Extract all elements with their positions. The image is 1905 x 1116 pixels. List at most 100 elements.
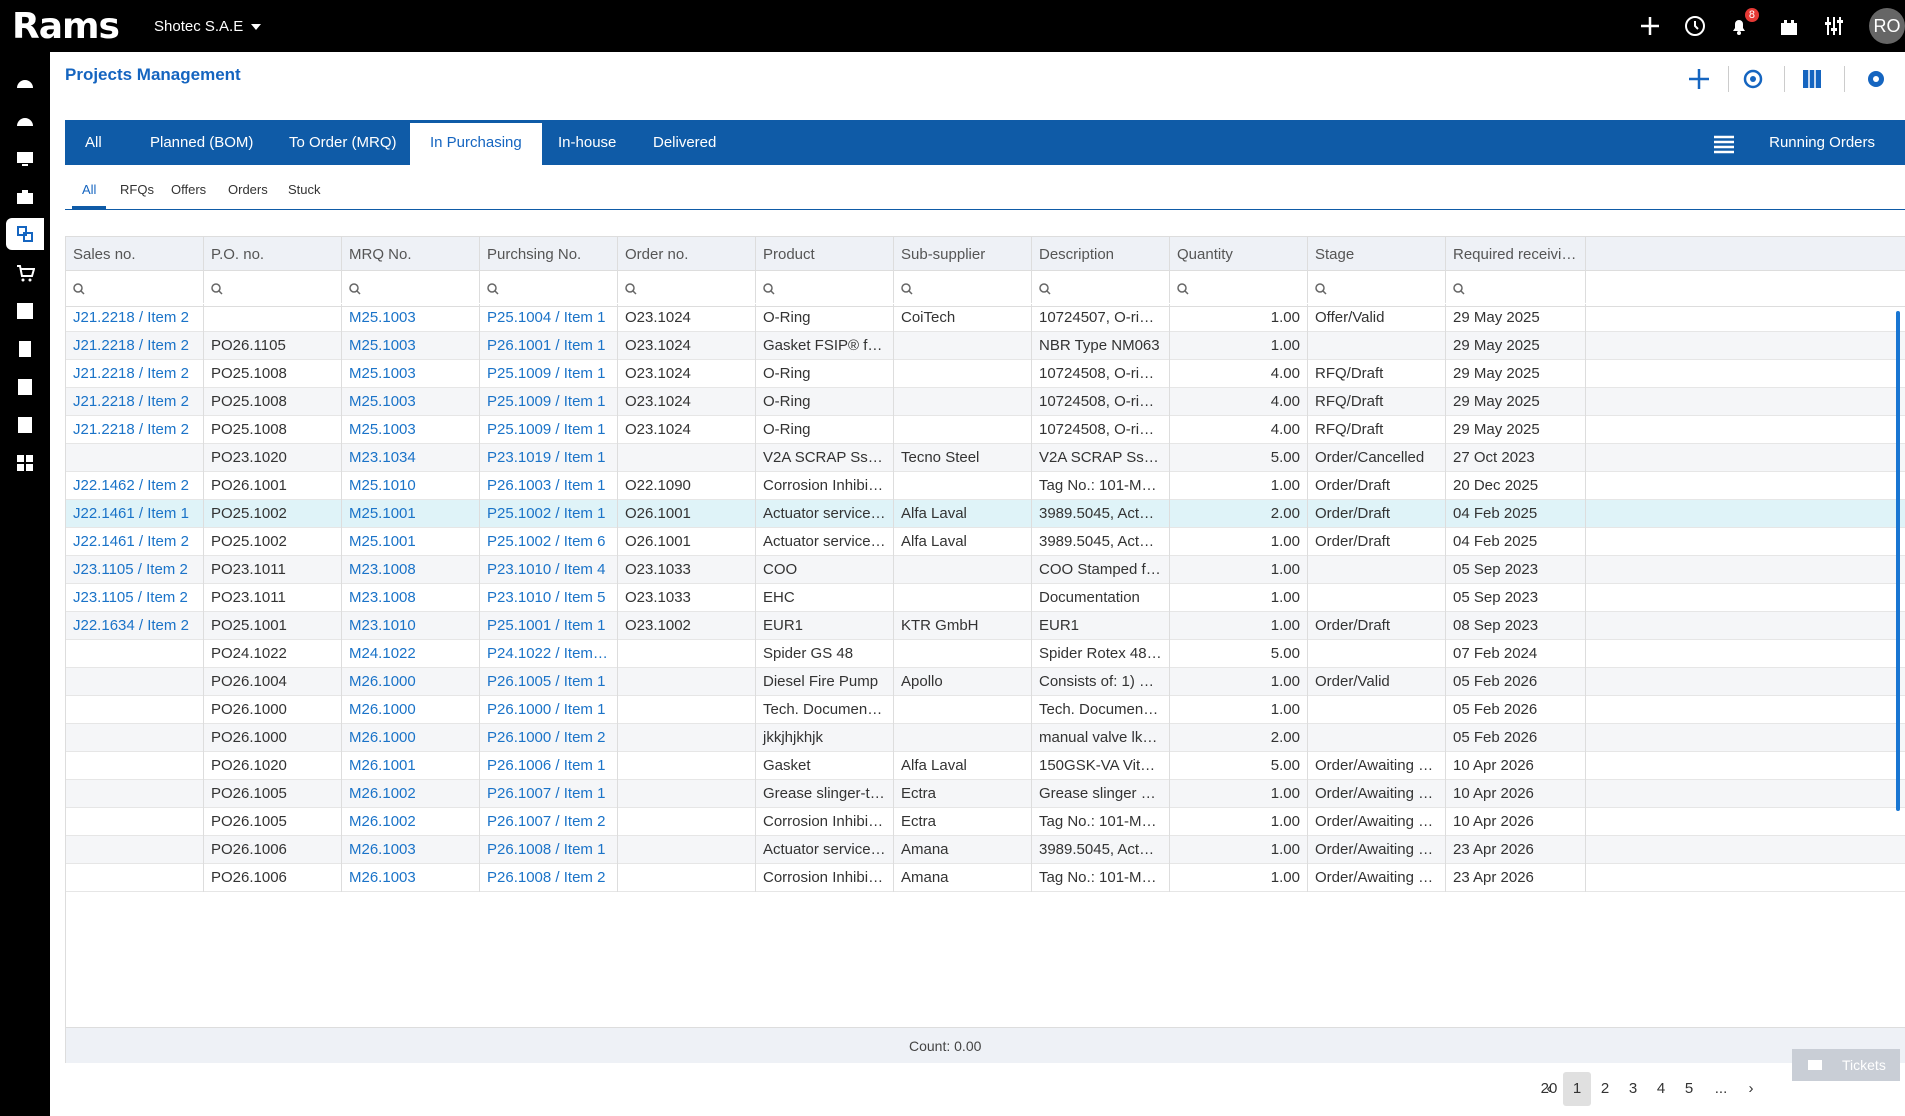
page-button[interactable]: 20 (1535, 1072, 1563, 1106)
cell-mrq-no[interactable]: M25.1010 (342, 472, 480, 500)
app-logo[interactable]: Rams (12, 6, 120, 47)
cell-mrq-no[interactable]: M25.1001 (342, 500, 480, 528)
scrollbar[interactable] (1896, 311, 1900, 811)
cell-mrq-no[interactable]: M25.1001 (342, 528, 480, 556)
cell-sales-no[interactable]: J22.1461 / Item 1 (66, 500, 204, 528)
cell-mrq-no[interactable]: M25.1003 (342, 388, 480, 416)
table-row[interactable]: PO26.1004 M26.1000 P26.1005 / Item 1 Diesel… (66, 668, 1905, 696)
table-row[interactable]: PO26.1000 M26.1000 P26.1000 / Item 2 jkkjhj… (66, 724, 1905, 752)
cell-purchasing-no[interactable]: P25.1009 / Item 1 (480, 416, 618, 444)
cell-mrq-no[interactable]: M23.1034 (342, 444, 480, 472)
column-header-sub-supplier[interactable]: Sub-supplier (894, 237, 1032, 273)
cell-purchasing-no[interactable]: P23.1010 / Item 5 (480, 584, 618, 612)
cell-purchasing-no[interactable]: P26.1000 / Item 2 (480, 724, 618, 752)
page-button[interactable]: 1 (1563, 1072, 1591, 1106)
cell-sales-no[interactable] (66, 864, 204, 892)
subtab-rfqs[interactable]: RFQs (120, 182, 154, 207)
table-row[interactable]: PO23.1020 M23.1034 P23.1019 / Item 1 V2A SC… (66, 444, 1905, 472)
cell-mrq-no[interactable]: M26.1001 (342, 752, 480, 780)
invoice-icon[interactable] (12, 336, 38, 362)
columns-icon[interactable] (1797, 64, 1827, 94)
cell-purchasing-no[interactable]: P24.1022 / Item 39 (480, 640, 618, 668)
cell-mrq-no[interactable]: M26.1002 (342, 780, 480, 808)
cell-mrq-no[interactable]: M23.1010 (342, 612, 480, 640)
column-header-po-no[interactable]: P.O. no. (204, 237, 342, 273)
column-header-required-date[interactable]: Required receiving da... (1446, 237, 1586, 273)
cell-purchasing-no[interactable]: P26.1008 / Item 1 (480, 836, 618, 864)
filter-po-no[interactable] (204, 273, 342, 303)
next-page-icon[interactable]: › (1737, 1072, 1765, 1106)
list-icon[interactable] (1713, 134, 1735, 158)
add-icon[interactable] (1684, 64, 1714, 94)
page-button[interactable]: 3 (1619, 1072, 1647, 1106)
table-row[interactable]: J23.1105 / Item 2 PO23.1011 M23.1008 P23.10… (66, 556, 1905, 584)
cell-sales-no[interactable] (66, 752, 204, 780)
cell-purchasing-no[interactable]: P25.1009 / Item 1 (480, 360, 618, 388)
table-row[interactable]: J23.1105 / Item 2 PO23.1011 M23.1008 P23.10… (66, 584, 1905, 612)
table-row[interactable]: PO26.1020 M26.1001 P26.1006 / Item 1 Gasket… (66, 752, 1905, 780)
cell-purchasing-no[interactable]: P23.1010 / Item 4 (480, 556, 618, 584)
cell-mrq-no[interactable]: M26.1003 (342, 864, 480, 892)
cell-sales-no[interactable] (66, 808, 204, 836)
cell-mrq-no[interactable]: M26.1002 (342, 808, 480, 836)
tab-all[interactable]: All (65, 120, 122, 165)
report-icon[interactable] (12, 412, 38, 438)
filter-sales-no[interactable] (66, 273, 204, 303)
cell-purchasing-no[interactable]: P26.1008 / Item 2 (480, 864, 618, 892)
cell-mrq-no[interactable]: M24.1022 (342, 640, 480, 668)
tab-in-house[interactable]: In-house (538, 120, 636, 165)
cell-purchasing-no[interactable]: P26.1006 / Item 1 (480, 752, 618, 780)
column-header-mrq-no[interactable]: MRQ No. (342, 237, 480, 273)
cell-sales-no[interactable]: J23.1105 / Item 2 (66, 556, 204, 584)
cell-sales-no[interactable] (66, 444, 204, 472)
cell-mrq-no[interactable]: M26.1000 (342, 696, 480, 724)
table-row[interactable]: PO26.1005 M26.1002 P26.1007 / Item 1 Grease… (66, 780, 1905, 808)
cell-sales-no[interactable]: J21.2218 / Item 2 (66, 388, 204, 416)
tab-planned-bom[interactable]: Planned (BOM) (130, 120, 273, 165)
company-selector[interactable]: Shotec S.A.E (154, 18, 262, 35)
page-button[interactable]: 2 (1591, 1072, 1619, 1106)
filter-description[interactable] (1032, 273, 1170, 303)
subtab-all[interactable]: All (72, 182, 107, 209)
monitor-icon[interactable] (12, 146, 38, 172)
filter-order-no[interactable] (618, 273, 756, 303)
filter-sub-supplier[interactable] (894, 273, 1032, 303)
plus-icon[interactable] (1634, 10, 1666, 42)
table-row[interactable]: PO24.1022 M24.1022 P24.1022 / Item 39 Spide… (66, 640, 1905, 668)
cell-sales-no[interactable]: J22.1462 / Item 2 (66, 472, 204, 500)
cell-sales-no[interactable] (66, 780, 204, 808)
cell-sales-no[interactable]: J22.1461 / Item 2 (66, 528, 204, 556)
filter-quantity[interactable] (1170, 273, 1308, 303)
cell-purchasing-no[interactable]: P25.1004 / Item 1 (480, 304, 618, 332)
filter-required-date[interactable] (1446, 273, 1586, 303)
cell-sales-no[interactable]: J21.2218 / Item 2 (66, 304, 204, 332)
column-header-purchasing-no[interactable]: Purchsing No. (480, 237, 618, 273)
cell-purchasing-no[interactable]: P26.1007 / Item 1 (480, 780, 618, 808)
cell-purchasing-no[interactable]: P26.1001 / Item 1 (480, 332, 618, 360)
cell-purchasing-no[interactable]: P26.1000 / Item 1 (480, 696, 618, 724)
briefcase-icon[interactable] (12, 184, 38, 210)
table-row[interactable]: PO26.1005 M26.1002 P26.1007 / Item 2 Corros… (66, 808, 1905, 836)
filter-mrq-no[interactable] (342, 273, 480, 303)
filter-stage[interactable] (1308, 273, 1446, 303)
page-button[interactable]: 4 (1647, 1072, 1675, 1106)
refresh-icon[interactable] (1738, 64, 1768, 94)
page-button[interactable]: 5 (1675, 1072, 1703, 1106)
table-row[interactable]: PO26.1000 M26.1000 P26.1000 / Item 1 Tech. … (66, 696, 1905, 724)
cell-sales-no[interactable]: J21.2218 / Item 2 (66, 360, 204, 388)
subtab-stuck[interactable]: Stuck (288, 182, 321, 207)
table-row[interactable]: J21.2218 / Item 2 PO25.1008 M25.1003 P25.10… (66, 388, 1905, 416)
bell-icon[interactable]: 8 (1723, 8, 1759, 42)
column-header-order-no[interactable]: Order no. (618, 237, 756, 273)
filter-purchasing-no[interactable] (480, 273, 618, 303)
table-row[interactable]: J21.2218 / Item 2 PO25.1008 M25.1003 P25.10… (66, 416, 1905, 444)
cell-mrq-no[interactable]: M25.1003 (342, 360, 480, 388)
tab-delivered[interactable]: Delivered (633, 120, 736, 165)
castle-icon[interactable] (1773, 10, 1805, 42)
table-row[interactable]: J22.1461 / Item 2 PO25.1002 M25.1001 P25.10… (66, 528, 1905, 556)
cell-mrq-no[interactable]: M26.1000 (342, 668, 480, 696)
cell-mrq-no[interactable]: M26.1003 (342, 836, 480, 864)
table-row[interactable]: J21.2218 / Item 2 PO25.1008 M25.1003 P25.10… (66, 360, 1905, 388)
cell-sales-no[interactable] (66, 696, 204, 724)
checklist-icon[interactable] (12, 374, 38, 400)
